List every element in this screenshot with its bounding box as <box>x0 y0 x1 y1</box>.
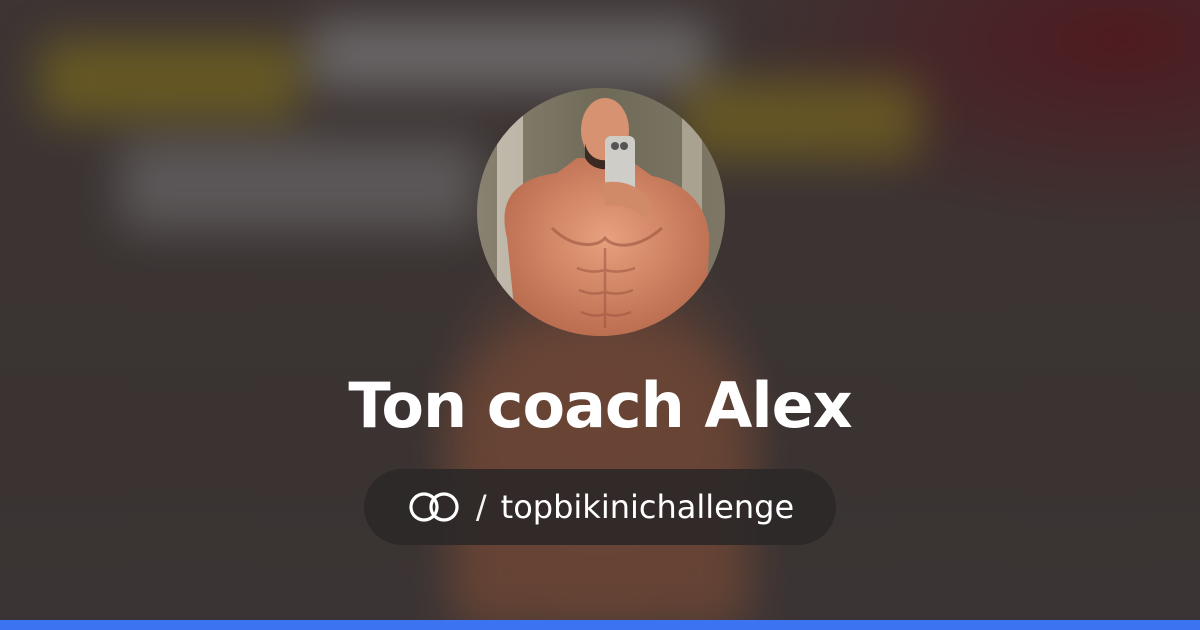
background-blob <box>40 40 300 120</box>
background-blob <box>680 80 920 160</box>
path-separator: / <box>475 488 487 526</box>
linked-rings-logo-icon <box>409 492 459 522</box>
profile-avatar <box>477 88 725 336</box>
share-card: Ton coach Alex / topbikinichallenge <box>0 0 1200 630</box>
background-blob <box>310 20 710 90</box>
background-blob <box>120 140 480 230</box>
avatar-image <box>477 88 725 336</box>
profile-link-pill[interactable]: / topbikinichallenge <box>364 469 836 545</box>
profile-display-name: Ton coach Alex <box>348 369 852 442</box>
profile-username: topbikinichallenge <box>500 488 795 526</box>
accent-bar <box>0 620 1200 630</box>
